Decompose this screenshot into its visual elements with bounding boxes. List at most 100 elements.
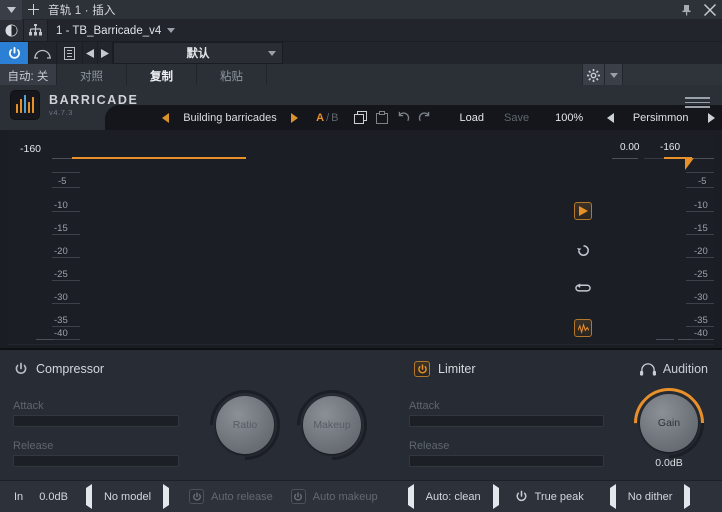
mode-next-button[interactable] [492,483,499,509]
mode-prev-button[interactable] [407,483,414,509]
theme-prev-button[interactable] [599,105,620,130]
power-icon [189,489,205,504]
limiter-header: Limiter [414,361,476,377]
gear-icon[interactable] [582,64,604,87]
triangle-left-icon [85,483,92,509]
ab-slot-a[interactable]: A [316,112,324,124]
loop-icon[interactable] [574,280,592,298]
model-label[interactable]: No model [104,491,151,503]
mode-label[interactable]: Auto: clean [426,491,481,503]
input-gain-value[interactable]: 0.0dB [39,491,68,503]
dither-prev-button[interactable] [609,483,616,509]
copy-icon[interactable] [350,105,371,130]
limiter-release-slider[interactable] [409,455,604,467]
power-icon[interactable] [414,361,430,377]
model-prev-button[interactable] [85,483,92,509]
theme-name[interactable]: Persimmon [621,105,701,130]
auto-release-toggle[interactable]: Auto release [189,489,273,504]
compressor-attack-slider[interactable] [13,415,179,427]
auto-release-label: Auto release [211,490,273,503]
power-icon [290,489,306,504]
auto-makeup-toggle[interactable]: Auto makeup [290,489,378,504]
ab-slot-b[interactable]: B [331,112,338,124]
plugin-header: BARRICADE v4.7.3 Building barricades A / [0,85,722,130]
auto-makeup-label: Auto makeup [312,490,378,503]
left-tick-label: -25 [54,269,68,280]
preset-prev-button[interactable] [155,105,176,130]
dither-label[interactable]: No dither [628,491,673,503]
plugin-enable-button[interactable] [0,42,29,64]
list-icon[interactable] [57,42,83,64]
theme-next-button[interactable] [701,105,722,130]
compressor-release-control[interactable]: Release [13,440,179,467]
triangle-right-icon [684,483,691,509]
zoom-level[interactable]: 100% [539,105,599,130]
threshold-handle[interactable] [685,158,694,170]
compressor-release-slider[interactable] [13,455,179,467]
threshold-line-left[interactable] [72,157,246,159]
limiter-attack-slider[interactable] [409,415,604,427]
host-slot-row: 1 - TB_Barricade_v4 [0,20,722,42]
preset-next-button[interactable] [284,105,305,130]
routing-icon[interactable] [24,20,48,41]
save-button[interactable]: Save [494,105,539,130]
model-next-button[interactable] [163,483,170,509]
host-preset-dropdown[interactable]: 默认 [113,42,283,64]
gain-knob[interactable]: Gain 0.0dB [619,373,719,473]
waveform-icon[interactable] [574,319,592,337]
right-tick-label: -10 [694,200,708,211]
makeup-knob[interactable]: Makeup [282,375,382,475]
ab-compare[interactable]: A / B [305,105,350,130]
triangle-right-icon [707,112,715,123]
zoom-label: 100% [555,111,584,124]
save-label: Save [504,111,530,124]
host-slot-selector[interactable]: 1 - TB_Barricade_v4 [48,20,183,41]
preset-next-button[interactable] [98,42,113,64]
triangle-right-icon [492,483,499,509]
paste-icon[interactable] [371,105,392,130]
true-peak-toggle[interactable]: True peak [515,490,584,503]
headphones-icon [639,362,656,376]
triangle-right-icon [163,483,170,509]
plus-icon[interactable] [22,0,44,20]
compare-button[interactable]: 对照 [57,64,127,87]
arc-icon[interactable] [29,42,57,64]
left-tick-label: -35 [54,315,68,326]
compressor-attack-label: Attack [13,400,44,412]
pin-icon[interactable] [674,0,698,20]
dither-next-button[interactable] [684,483,691,509]
compressor-title: Compressor [36,362,105,376]
close-icon[interactable] [698,0,722,20]
reset-icon[interactable] [574,241,592,259]
chevron-down-icon[interactable] [0,0,22,20]
paste-button[interactable]: 粘贴 [197,64,267,87]
power-circle-icon[interactable] [0,20,24,41]
triangle-left-icon [606,112,614,123]
limiter-release-control[interactable]: Release [409,440,604,467]
power-icon [515,490,528,503]
compressor-attack-control[interactable]: Attack [13,400,179,427]
compressor-panel: Compressor Attack Release Ratio Makeup [0,350,400,480]
preset-prev-button[interactable] [83,42,98,64]
ab-separator: / [326,111,330,124]
load-label: Load [459,111,485,124]
play-icon[interactable] [574,202,592,220]
limiter-attack-control[interactable]: Attack [409,400,604,427]
triangle-right-icon [290,112,298,123]
plugin-preset-name[interactable]: Building barricades [176,105,283,130]
meter-graph-area[interactable]: -160 -5 -10 -15 -20 -25 -30 -35 -40 0.00… [8,130,714,345]
right-tick-label: -35 [694,315,708,326]
chevron-down-icon [268,50,276,56]
ratio-knob[interactable]: Ratio [195,375,295,475]
redo-icon[interactable] [414,105,435,130]
meter-graph[interactable]: -160 -5 -10 -15 -20 -25 -30 -35 -40 0.00… [0,130,722,348]
host-title: 音轨 1 · 插入 [48,4,116,17]
undo-icon[interactable] [393,105,414,130]
load-button[interactable]: Load [449,105,494,130]
gear-menu-caret[interactable] [604,64,622,87]
power-icon[interactable] [14,362,28,376]
audition-button[interactable]: Audition [639,362,708,376]
automation-mode-button[interactable]: 自动: 关 [0,64,57,87]
right-tick-label: -15 [694,223,708,234]
copy-button[interactable]: 复制 [127,64,197,87]
